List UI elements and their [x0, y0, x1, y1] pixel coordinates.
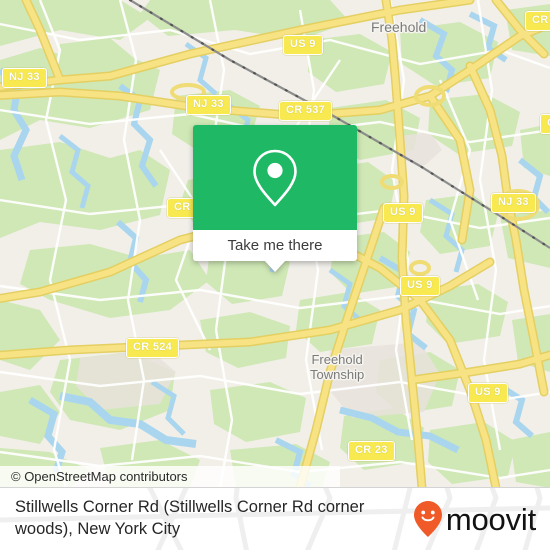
take-me-there-card[interactable]: Take me there — [193, 125, 357, 272]
road-shield-us9-mid: US 9 — [383, 203, 423, 223]
card-image-area — [193, 125, 357, 230]
place-label-freehold: Freehold — [371, 19, 427, 35]
road-shield-cr23: CR 23 — [348, 441, 395, 461]
road-shield-us9-north: US 9 — [283, 35, 323, 55]
road-shield-cr-topright: CR — [525, 11, 550, 31]
moovit-pin-icon — [413, 501, 442, 537]
location-title: Stillwells Corner Rd (Stillwells Corner … — [15, 498, 365, 538]
moovit-logo[interactable]: moovit — [413, 500, 536, 538]
take-me-there-button[interactable]: Take me there — [193, 230, 357, 261]
place-label-freehold-township: Freehold Township — [310, 352, 365, 382]
road-shield-cr524: CR 524 — [126, 338, 180, 358]
road-shield-us9-south: US 9 — [468, 383, 508, 403]
card-pointer — [264, 260, 286, 272]
road-shield-nj33-east: NJ 33 — [491, 193, 536, 213]
road-shield-c-right: C — [540, 114, 550, 134]
osm-attribution[interactable]: © OpenStreetMap contributors — [11, 470, 188, 484]
road-shield-nj33-west: NJ 33 — [2, 68, 47, 88]
road-shield-cr537: CR 537 — [279, 101, 333, 121]
road-shield-us9-center: US 9 — [400, 276, 440, 296]
moovit-wordmark: moovit — [445, 501, 536, 537]
map-pin-icon — [253, 149, 297, 206]
map-canvas[interactable]: Freehold Freehold Township NJ 33 NJ 33 U… — [0, 0, 550, 488]
road-shield-nj33-mid: NJ 33 — [186, 95, 231, 115]
screenshot-root: Freehold Freehold Township NJ 33 NJ 33 U… — [0, 0, 550, 550]
take-me-there-label: Take me there — [227, 237, 323, 254]
